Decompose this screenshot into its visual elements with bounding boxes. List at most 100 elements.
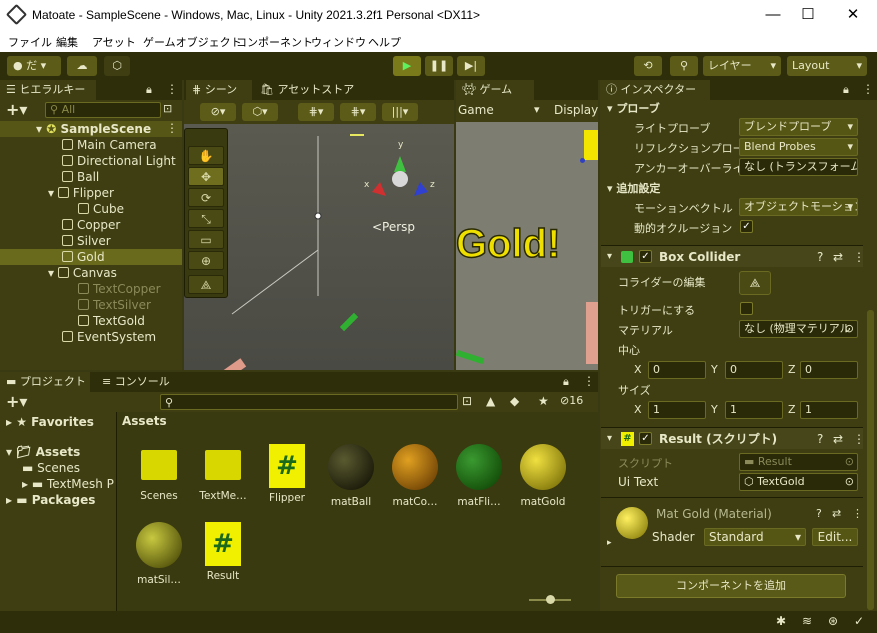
rect-tool-icon[interactable]: ▭ [188, 230, 224, 249]
kebab-menu-icon[interactable]: ⋮ [862, 82, 874, 96]
probes-section-header[interactable]: ▾ プローブ [607, 100, 660, 116]
zoom-slider-thumb[interactable] [546, 595, 555, 604]
filter-label-icon[interactable]: ◆ [510, 394, 519, 408]
menu-component[interactable]: コンポーネント [236, 34, 313, 50]
history-icon[interactable]: ⟲ [634, 56, 662, 76]
light-probe-dropdown[interactable]: ブレンドプローブ [739, 118, 858, 136]
object-picker-icon[interactable]: ⊙ [845, 321, 854, 337]
hierarchy-item-flipper[interactable]: ▾ Flipper [48, 185, 114, 201]
component-menu-icon[interactable]: ⋮ [853, 428, 865, 450]
tree-textmesh[interactable]: ▸ ▬ TextMesh P [22, 476, 114, 492]
perspective-label[interactable]: <Persp [372, 220, 415, 234]
game-view-select[interactable]: Game [458, 103, 494, 117]
lock-icon[interactable]: 🔒︎ [843, 83, 849, 97]
pause-button[interactable]: ❚❚ [425, 56, 453, 76]
layers-dropdown[interactable]: レイヤー ▾ [703, 56, 781, 76]
anchor-override-field[interactable]: なし (トランスフォーム [739, 158, 858, 176]
box-collider-enabled-checkbox[interactable]: ✓ [639, 250, 652, 263]
additional-settings-header[interactable]: ▾ 追加設定 [607, 180, 660, 196]
layout-dropdown[interactable]: Layout ▾ [787, 56, 867, 76]
tree-favorites[interactable]: ▸ ★ Favorites [6, 414, 94, 430]
search-scope-icon[interactable]: ⊡ [462, 394, 472, 408]
asset-textmesh[interactable]: TextMe… [193, 444, 253, 502]
shader-dropdown[interactable]: Standard [704, 528, 806, 546]
hierarchy-item-textcopper[interactable]: TextCopper [78, 281, 161, 297]
size-x-field[interactable]: 1 [648, 401, 706, 419]
hand-tool-icon[interactable]: ✋ [188, 146, 224, 165]
hierarchy-item-copper[interactable]: Copper [62, 217, 120, 233]
size-y-field[interactable]: 1 [725, 401, 783, 419]
hierarchy-item-canvas[interactable]: ▾ Canvas [48, 265, 117, 281]
asset-matgold[interactable]: matGold [513, 444, 573, 508]
account-button[interactable]: ● だ ▾ [7, 56, 61, 76]
kebab-menu-icon[interactable]: ⋮ [166, 82, 178, 96]
size-z-field[interactable]: 1 [800, 401, 858, 419]
scene-root[interactable]: ▾ ✪ SampleScene [36, 121, 151, 137]
help-icon[interactable]: ? [816, 507, 822, 520]
help-icon[interactable]: ? [817, 428, 823, 450]
menu-gameobject[interactable]: ゲームオブジェクト [143, 34, 242, 50]
create-asset-button[interactable]: +▾ [6, 392, 27, 411]
search-icon[interactable]: ⚲ [670, 56, 698, 76]
reflection-probe-dropdown[interactable]: Blend Probes [739, 138, 858, 156]
increment-snap-icon[interactable]: |||▾ [382, 103, 418, 121]
tab-project[interactable]: ▬ プロジェクト [0, 372, 90, 392]
center-y-field[interactable]: 0 [725, 361, 783, 379]
tab-game[interactable]: 👾︎ ゲーム [456, 80, 534, 100]
hierarchy-item-textsilver[interactable]: TextSilver [78, 297, 151, 313]
add-component-button[interactable]: コンポーネントを追加 [616, 574, 846, 598]
presets-icon[interactable]: ⇄ [833, 428, 843, 450]
asset-matball[interactable]: matBall [321, 444, 381, 508]
hidden-packages-toggle[interactable]: ⊘16 [560, 394, 583, 407]
dynamic-occlusion-checkbox[interactable]: ✓ [740, 220, 753, 233]
tab-console[interactable]: ≡ コンソール [96, 372, 176, 392]
box-collider-header[interactable]: ▾ ✓ Box Collider ? ⇄ ⋮ [601, 245, 865, 268]
tab-scene[interactable]: ⋕ シーン [186, 80, 252, 100]
result-script-header[interactable]: ▾ # ✓ Result (スクリプト) ? ⇄ ⋮ [601, 427, 865, 450]
add-object-button[interactable]: +▾ [6, 100, 27, 119]
lock-icon[interactable]: 🔒︎ [146, 83, 152, 97]
cache-server-icon[interactable]: ≋ [802, 614, 812, 628]
edit-collider-button[interactable]: ⟁ [739, 271, 771, 295]
transform-tool-icon[interactable]: ⊕ [188, 251, 224, 270]
asset-result-script[interactable]: # Result [193, 522, 253, 582]
filter-type-icon[interactable]: ▲ [486, 394, 495, 408]
lock-icon[interactable]: 🔒︎ [563, 375, 569, 389]
auto-generate-lighting-icon[interactable]: ⊛ [828, 614, 838, 628]
scale-tool-icon[interactable]: ⤡ [188, 209, 224, 228]
draw-mode-icon[interactable]: ⊘▾ [200, 103, 236, 121]
grid-icon[interactable]: ⋕▾ [298, 103, 334, 121]
collapse-arrow-icon[interactable]: ▾ [607, 246, 612, 268]
maximize-button[interactable]: ☐ [793, 4, 823, 26]
menu-file[interactable]: ファイル [8, 34, 52, 50]
component-menu-icon[interactable]: ⋮ [852, 507, 863, 520]
hierarchy-item-main-camera[interactable]: Main Camera [62, 137, 157, 153]
move-tool-icon[interactable]: ✥ [188, 167, 224, 186]
asset-matsilver[interactable]: matSil… [129, 522, 189, 586]
collab-icon[interactable]: ⬡ [104, 56, 130, 76]
tree-packages[interactable]: ▸ ▬ Packages [6, 492, 95, 508]
favorite-icon[interactable]: ★ [538, 394, 549, 408]
display-select[interactable]: Display [554, 103, 598, 117]
is-trigger-checkbox[interactable] [740, 302, 753, 315]
hierarchy-item-textgold[interactable]: TextGold [78, 313, 145, 329]
hierarchy-item-cube[interactable]: Cube [78, 201, 124, 217]
minimize-button[interactable]: — [758, 4, 788, 26]
collapse-arrow-icon[interactable]: ▾ [607, 428, 612, 450]
progress-ok-icon[interactable]: ✓ [854, 614, 864, 628]
bug-icon[interactable]: ✱ [776, 614, 786, 628]
tree-scenes[interactable]: ▬ Scenes [22, 460, 80, 476]
hierarchy-item-eventsystem[interactable]: EventSystem [62, 329, 156, 345]
project-search-input[interactable]: ⚲ [160, 394, 458, 410]
hierarchy-item-silver[interactable]: Silver [62, 233, 111, 249]
center-z-field[interactable]: 0 [800, 361, 858, 379]
center-x-field[interactable]: 0 [648, 361, 706, 379]
asset-flipper-script[interactable]: # Flipper [257, 444, 317, 504]
presets-icon[interactable]: ⇄ [833, 246, 843, 268]
result-enabled-checkbox[interactable]: ✓ [639, 432, 652, 445]
asset-matflipper[interactable]: matFli… [449, 444, 509, 508]
ui-text-field[interactable]: ⬡ TextGold ⊙ [739, 473, 858, 491]
presets-icon[interactable]: ⇄ [832, 507, 841, 520]
component-menu-icon[interactable]: ⋮ [853, 246, 865, 268]
tab-inspector[interactable]: ⓘ インスペクター [600, 80, 710, 100]
